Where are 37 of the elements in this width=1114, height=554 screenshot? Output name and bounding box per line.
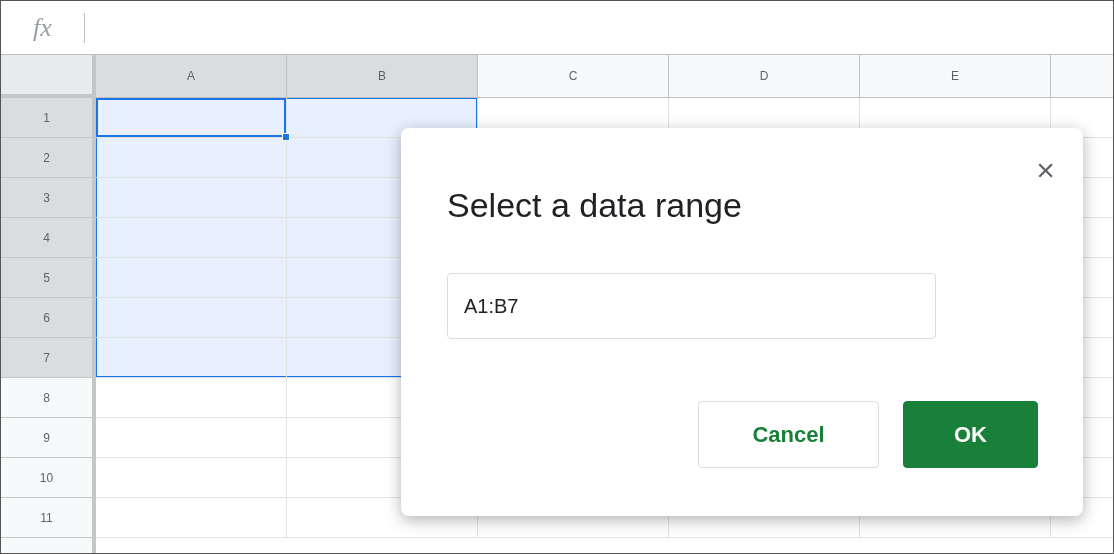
row-header[interactable]: 3: [1, 178, 96, 218]
close-button[interactable]: ×: [1036, 152, 1055, 188]
grid-cell[interactable]: [96, 138, 287, 178]
row-header[interactable]: 7: [1, 338, 96, 378]
column-header[interactable]: E: [860, 55, 1051, 98]
column-header[interactable]: [1051, 55, 1113, 98]
grid-cell[interactable]: [96, 98, 287, 138]
row-header[interactable]: 10: [1, 458, 96, 498]
range-field[interactable]: A1:B7: [447, 273, 936, 339]
ok-button[interactable]: OK: [903, 401, 1038, 468]
row-header[interactable]: 6: [1, 298, 96, 338]
row-header[interactable]: 1: [1, 98, 96, 138]
row-header[interactable]: 11: [1, 498, 96, 538]
fill-handle[interactable]: [282, 133, 290, 141]
cancel-button[interactable]: Cancel: [698, 401, 879, 468]
grid-cell[interactable]: [96, 338, 287, 378]
grid-cell[interactable]: [96, 498, 287, 538]
grid-cell[interactable]: [96, 218, 287, 258]
grid-cell[interactable]: [96, 458, 287, 498]
column-header[interactable]: B: [287, 55, 478, 98]
grid-cell[interactable]: [287, 98, 478, 138]
row-header[interactable]: 2: [1, 138, 96, 178]
column-header[interactable]: D: [669, 55, 860, 98]
column-header[interactable]: C: [478, 55, 669, 98]
grid-cell[interactable]: [96, 378, 287, 418]
grid-cell[interactable]: [96, 298, 287, 338]
dialog-title: Select a data range: [447, 185, 742, 226]
column-header[interactable]: A: [96, 55, 287, 98]
row-header[interactable]: 5: [1, 258, 96, 298]
corner-header[interactable]: [1, 55, 96, 98]
range-input[interactable]: A1:B7: [464, 291, 919, 321]
grid-cell[interactable]: [96, 258, 287, 298]
row-header[interactable]: 9: [1, 418, 96, 458]
grid-cell[interactable]: [96, 178, 287, 218]
row-header[interactable]: 4: [1, 218, 96, 258]
row-header[interactable]: 8: [1, 378, 96, 418]
grid-cell[interactable]: [96, 418, 287, 458]
